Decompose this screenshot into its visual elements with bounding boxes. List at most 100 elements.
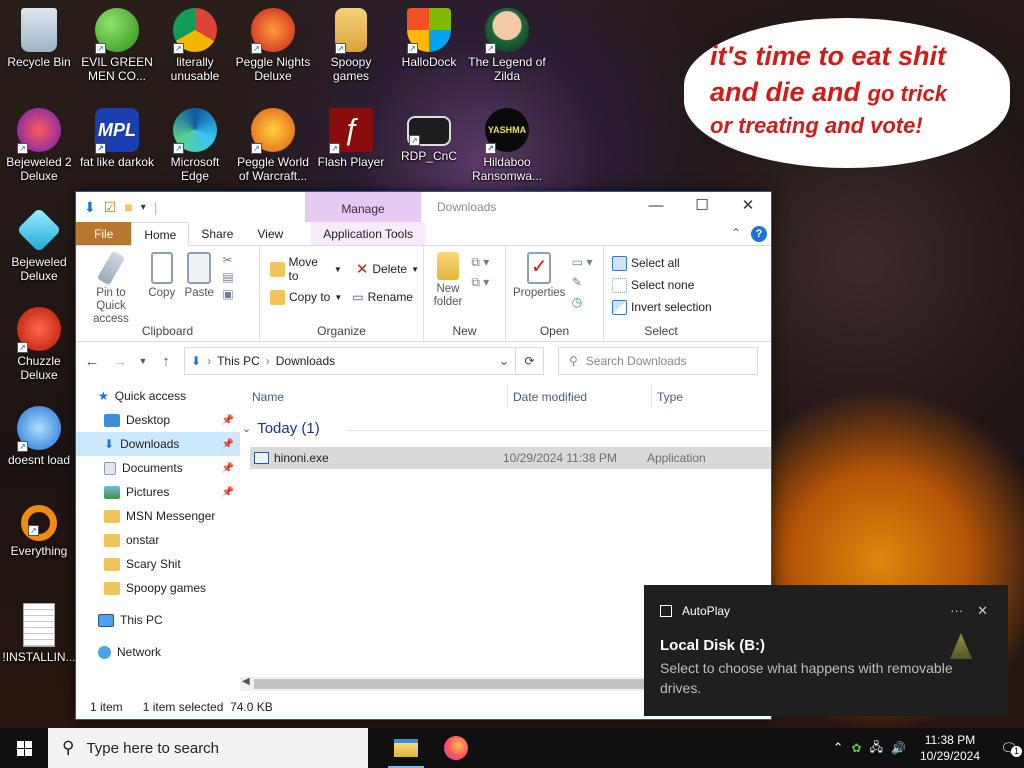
nav-quick-access[interactable]: ★ Quick access (76, 384, 240, 408)
rename-button[interactable]: ▭ Rename (352, 286, 413, 308)
nav-item-desktop[interactable]: Desktop 📌 (76, 408, 240, 432)
new-item-icon[interactable]: ⧉ ▾ (471, 252, 489, 272)
desktop-icon-fat-like-darkok[interactable]: MPL ↗ fat like darkok (78, 108, 156, 169)
desktop-icon-everything[interactable]: ↗ Everything (0, 505, 78, 558)
cut-icon[interactable]: ✂ (222, 252, 233, 269)
properties-check-icon[interactable]: ☑ (104, 199, 117, 216)
search-input[interactable]: ⚲ Search Downloads (558, 347, 758, 375)
desktop-icon-bejeweled[interactable]: Bejeweled Deluxe (0, 207, 78, 283)
up-button[interactable]: ↑ (156, 353, 176, 370)
edit-icon[interactable]: ✎ (572, 272, 593, 292)
desktop-icon-rdp-cnc[interactable]: ↗ RDP_CnC (390, 108, 468, 163)
desktop-icon-evil-green-men[interactable]: ↗ EVIL GREEN MEN CO... (78, 8, 156, 83)
address-dropdown-icon[interactable]: ⌄ (499, 354, 509, 368)
taskbar-file-explorer[interactable] (382, 728, 430, 768)
column-date-modified[interactable]: Date modified (513, 390, 587, 404)
maximize-button[interactable]: ☐ (679, 192, 725, 222)
desktop-icon-peggle-world[interactable]: ↗ Peggle World of Warcraft... (234, 108, 312, 183)
refresh-button[interactable]: ⟳ (516, 347, 544, 375)
desktop-icon-legend-of-zilda[interactable]: ↗ The Legend of Zilda (468, 8, 546, 83)
clock[interactable]: 11:38 PM 10/29/2024 (914, 732, 986, 764)
nav-item-spoopy-games[interactable]: Spoopy games (76, 576, 240, 600)
desktop-icon-literally-unusable[interactable]: ↗ literally unusable (156, 8, 234, 83)
group-header-today[interactable]: ⌄ Today (1) (242, 420, 320, 437)
minimize-button[interactable]: — (633, 192, 679, 222)
new-folder-small-icon[interactable]: ■ (124, 199, 132, 215)
tab-file[interactable]: File (76, 222, 132, 245)
paste-shortcut-icon[interactable]: ▣ (222, 286, 233, 303)
show-hidden-icons-button[interactable]: ⌃ (833, 740, 844, 756)
tab-application-tools[interactable]: Application Tools (311, 222, 426, 245)
forward-button[interactable]: → (110, 353, 130, 370)
desktop-icon-spoopy-games[interactable]: ↗ Spoopy games (312, 8, 390, 83)
address-bar[interactable]: ⬇ › This PC › Downloads ⌄ (184, 347, 516, 375)
copy-to-button[interactable]: Copy to ▼ (270, 286, 342, 308)
tray-app-icon[interactable]: ✿ (852, 741, 862, 755)
taskbar-search-box[interactable]: ⚲ Type here to search (48, 728, 368, 768)
desktop-icon-hallodock[interactable]: ↗ HalloDock (390, 8, 468, 69)
tab-home[interactable]: Home (131, 222, 190, 246)
desktop-icon-doesnt-load[interactable]: ↗ doesnt load (0, 406, 78, 467)
desktop-icon-label: doesnt load (7, 453, 71, 467)
properties-button[interactable]: ✓ Properties (510, 252, 568, 300)
column-name[interactable]: Name (252, 390, 284, 404)
nav-network[interactable]: Network (76, 640, 240, 664)
new-folder-button[interactable]: New folder (428, 252, 468, 309)
copy-button[interactable]: Copy (145, 252, 178, 300)
volume-icon[interactable]: 🔊 (891, 741, 906, 755)
tab-view[interactable]: View (245, 222, 295, 245)
nav-item-downloads[interactable]: ⬇ Downloads 📌 (76, 432, 240, 456)
scroll-left-icon[interactable]: ◀ (242, 676, 250, 687)
desktop-icon-flash-player[interactable]: ƒ ↗ Flash Player (312, 108, 390, 169)
table-row[interactable]: hinoni.exe 10/29/2024 11:38 PM Applicati… (250, 447, 771, 469)
breadcrumb-downloads[interactable]: Downloads (276, 354, 335, 368)
open-icon[interactable]: ▭ ▾ (572, 252, 593, 272)
start-button[interactable] (0, 728, 48, 768)
select-none-button[interactable]: Select none (612, 274, 714, 296)
autoplay-notification[interactable]: AutoPlay ··· ✕ Local Disk (B:) Select to… (644, 585, 1008, 716)
desktop-icon-edge[interactable]: ↗ Microsoft Edge (156, 108, 234, 183)
easy-access-icon[interactable]: ⧉ ▾ (471, 272, 489, 292)
recent-locations-button[interactable]: ▼ (138, 356, 148, 366)
close-button[interactable]: ✕ (725, 192, 771, 222)
network-icon (98, 645, 111, 659)
desktop-icon-installing[interactable]: !INSTALLIN... (0, 603, 78, 664)
pin-quick-access-button[interactable]: Pin to Quick access (80, 250, 142, 326)
help-icon[interactable]: ? (751, 226, 767, 242)
back-button[interactable]: ← (82, 353, 102, 370)
desktop-icon-hildaboo[interactable]: YASHMA ↗ Hildaboo Ransomwa... (468, 108, 546, 183)
invert-selection-button[interactable]: Invert selection (612, 296, 714, 318)
paste-button[interactable]: Paste (182, 252, 217, 300)
nav-this-pc[interactable]: This PC (76, 608, 240, 632)
desktop-icon-recycle-bin[interactable]: Recycle Bin (0, 8, 78, 69)
select-all-button[interactable]: Select all (612, 252, 714, 274)
folder-icon (104, 581, 120, 595)
toast-more-button[interactable]: ··· (950, 603, 963, 619)
desktop-icon-peggle-nights[interactable]: ↗ Peggle Nights Deluxe (234, 8, 312, 83)
delete-button[interactable]: ✕ Delete ▼ (356, 258, 419, 280)
desktop-icon-bejeweled-2[interactable]: ↗ Bejeweled 2 Deluxe (0, 108, 78, 183)
address-row: ← → ▼ ↑ ⬇ › This PC › Downloads ⌄ ⟳ ⚲ Se… (76, 342, 771, 380)
breadcrumb-this-pc[interactable]: This PC (217, 354, 260, 368)
column-type[interactable]: Type (657, 390, 683, 404)
move-to-button[interactable]: Move to ▼ (270, 255, 342, 283)
chevron-up-icon[interactable]: ⌃ (731, 226, 741, 242)
nav-item-scary-shit[interactable]: Scary Shit (76, 552, 240, 576)
down-arrow-icon[interactable]: ⬇ (84, 199, 96, 216)
nav-item-onstar[interactable]: onstar (76, 528, 240, 552)
copy-path-icon[interactable]: ▤ (222, 269, 233, 286)
scrollbar-thumb[interactable] (254, 679, 644, 689)
desktop-icon-chuzzle[interactable]: ↗ Chuzzle Deluxe (0, 307, 78, 382)
nav-item-pictures[interactable]: Pictures 📌 (76, 480, 240, 504)
toast-close-button[interactable]: ✕ (977, 603, 988, 619)
title-bar[interactable]: ⬇ ☑ ■ ▾ | Manage Downloads — ☐ ✕ (76, 192, 771, 222)
notification-center-button[interactable]: 🗨 1 (994, 740, 1024, 757)
customize-qat-icon[interactable]: ▾ (141, 202, 146, 213)
taskbar-firefox[interactable] (432, 728, 480, 768)
history-icon[interactable]: ◷ (572, 292, 593, 312)
folder-icon (104, 557, 120, 571)
nav-item-msn-messenger[interactable]: MSN Messenger (76, 504, 240, 528)
tab-share[interactable]: Share (189, 222, 245, 245)
network-icon[interactable]: 🖧 (870, 738, 883, 759)
nav-item-documents[interactable]: Documents 📌 (76, 456, 240, 480)
